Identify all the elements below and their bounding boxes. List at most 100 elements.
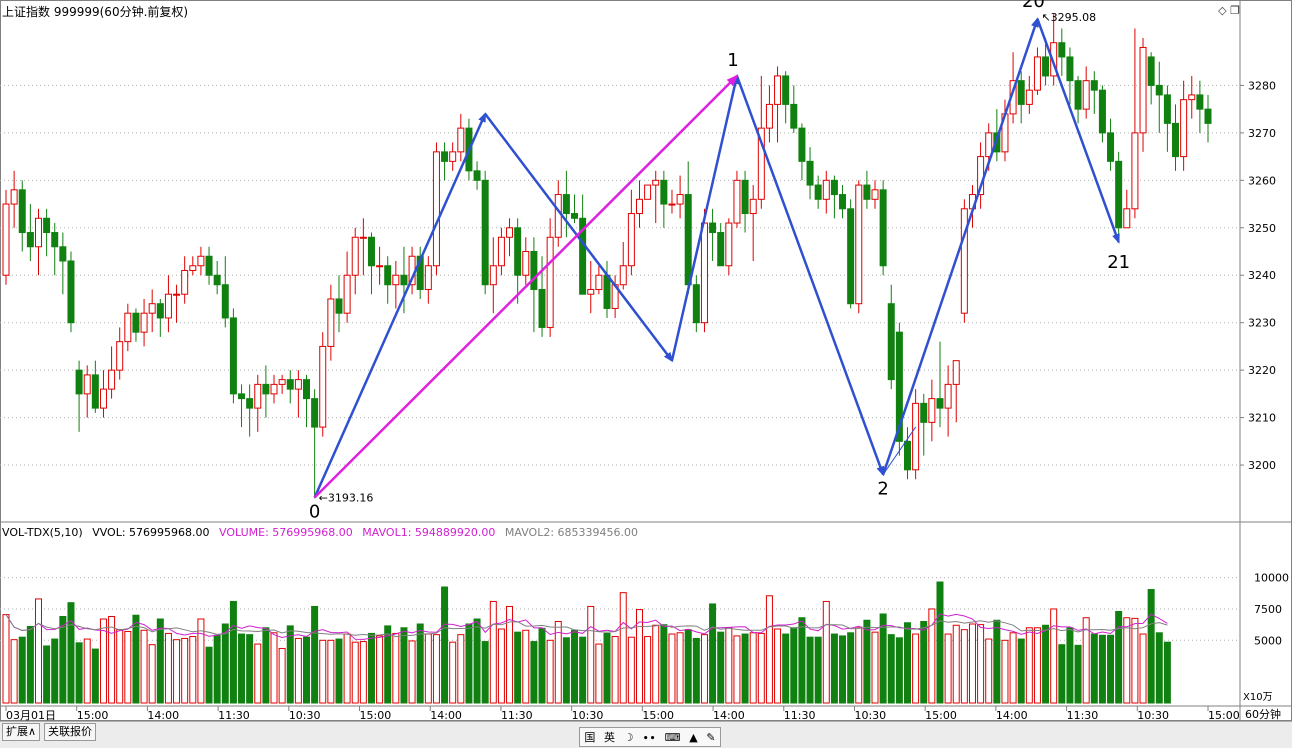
volume-bar-55 (449, 641, 457, 704)
candle-body-97 (790, 103, 798, 129)
ime-item-2[interactable]: ☽ (624, 731, 634, 744)
volume-bar-42 (343, 633, 351, 704)
volume-bar-37 (303, 636, 310, 704)
wave-arrow-5 (1036, 18, 1120, 244)
volume-bar-105 (855, 626, 863, 704)
volume-bar-85 (692, 637, 700, 704)
volume-bar-47 (384, 625, 392, 704)
candle-body-17 (140, 312, 148, 333)
volume-bar-118 (960, 629, 968, 704)
volume-bar-120 (977, 624, 985, 704)
volume-bar-39 (319, 639, 327, 704)
volume-bar-117 (952, 624, 960, 704)
candle-body-47 (384, 265, 392, 286)
candle-body-145 (1180, 99, 1188, 158)
candle-body-99 (806, 160, 814, 186)
time-label-13: 15:00 (925, 709, 957, 721)
volume-bar-75 (611, 636, 619, 704)
volume-bar-126 (1025, 627, 1033, 704)
volume-bar-10 (83, 638, 91, 704)
mavol1-value: MAVOL1: 594889920.00 (362, 526, 496, 539)
candle-body-60 (489, 265, 497, 286)
candle-body-39 (319, 345, 327, 428)
wave-label-0: 0 (309, 502, 320, 523)
candle-body-36 (294, 379, 302, 390)
candle-body-98 (798, 127, 806, 162)
volume-bar-96 (782, 633, 790, 704)
volume-bar-109 (887, 634, 895, 704)
time-label-11: 11:30 (784, 709, 816, 721)
candle-body-20 (164, 293, 172, 319)
candle-body-147 (1196, 94, 1204, 110)
candle-body-67 (546, 236, 554, 328)
volume-bar-138 (1123, 617, 1131, 704)
candle-body-144 (1172, 122, 1180, 158)
volume-bar-130 (1058, 644, 1066, 704)
wave-label-2: 2 (877, 479, 888, 500)
ime-item-3[interactable]: ∙∙ (642, 731, 656, 744)
candle-body-83 (676, 194, 684, 205)
price-tick-label-0: 3200 (1248, 459, 1276, 472)
candle-body-95 (774, 75, 782, 105)
kline-chart[interactable]: 3200 3210 3220 3230 3240 3250 3260 3270 3280 5000… (0, 0, 1292, 721)
candle-body-130 (1058, 42, 1066, 58)
volume-bar-116 (944, 633, 952, 704)
ime-item-0[interactable]: 国 (584, 729, 595, 745)
volume-bar-94 (765, 595, 773, 704)
candle-body-28 (229, 317, 237, 395)
candle-body-23 (189, 265, 197, 271)
candle-body-101 (822, 179, 830, 200)
volume-bar-66 (538, 627, 546, 704)
candle-body-6 (51, 232, 59, 248)
volume-bar-79 (644, 636, 652, 704)
volume-bar-110 (895, 637, 903, 704)
ime-toolbar[interactable]: 国 英 ☽ ∙∙ ⌨ ▲ ✎ (579, 727, 721, 747)
candle-body-5 (43, 217, 51, 234)
volume-bar-104 (847, 632, 855, 704)
volume-bar-83 (676, 632, 684, 704)
candle-body-14 (116, 341, 124, 371)
price-tick-label-7: 3270 (1248, 127, 1276, 140)
candle-body-0 (2, 203, 10, 276)
candle-body-48 (392, 274, 400, 286)
candle-body-44 (359, 236, 367, 239)
extend-tab[interactable]: 扩展∧ (2, 723, 41, 741)
volume-bar-68 (554, 621, 562, 704)
volume-bar-5 (43, 645, 51, 704)
candle-body-127 (1033, 56, 1041, 91)
candle-body-33 (270, 383, 278, 395)
ime-item-1[interactable]: 英 (604, 729, 615, 745)
price-tick-label-4: 3240 (1248, 269, 1276, 282)
keyboard-icon[interactable]: ⌨ (665, 731, 681, 744)
volume-bar-32 (262, 627, 270, 704)
candle-body-126 (1025, 89, 1033, 105)
volume-bar-99 (806, 636, 814, 704)
volume-tick-label-1: 7500 (1254, 603, 1282, 616)
related-quotes-tab[interactable]: 关联报价 (44, 723, 96, 741)
user-icon[interactable]: ▲ (689, 731, 697, 744)
time-label-4: 10:30 (289, 709, 321, 721)
candle-body-103 (839, 194, 847, 210)
volume-bar-11 (91, 648, 99, 704)
candle-body-102 (830, 179, 838, 196)
candle-body-115 (936, 398, 944, 409)
candle-body-134 (1090, 80, 1098, 91)
volume-bar-77 (627, 636, 635, 704)
volume-bar-16 (132, 614, 140, 704)
candle-body-72 (587, 288, 595, 295)
candle-body-3 (26, 232, 34, 248)
volume-bar-95 (774, 628, 782, 704)
time-label-6: 14:00 (430, 709, 462, 721)
candle-body-90 (733, 179, 741, 224)
candle-body-41 (335, 298, 343, 314)
volume-bar-73 (595, 643, 603, 704)
candle-body-64 (522, 251, 530, 276)
volume-bar-54 (441, 586, 449, 704)
wrench-icon[interactable]: ✎ (706, 731, 715, 744)
candle-body-55 (449, 151, 457, 162)
candle-body-27 (221, 284, 229, 319)
volume-bar-127 (1033, 627, 1041, 704)
volume-bar-18 (148, 644, 156, 704)
volume-bar-103 (839, 635, 847, 704)
volume-bar-8 (67, 602, 75, 704)
